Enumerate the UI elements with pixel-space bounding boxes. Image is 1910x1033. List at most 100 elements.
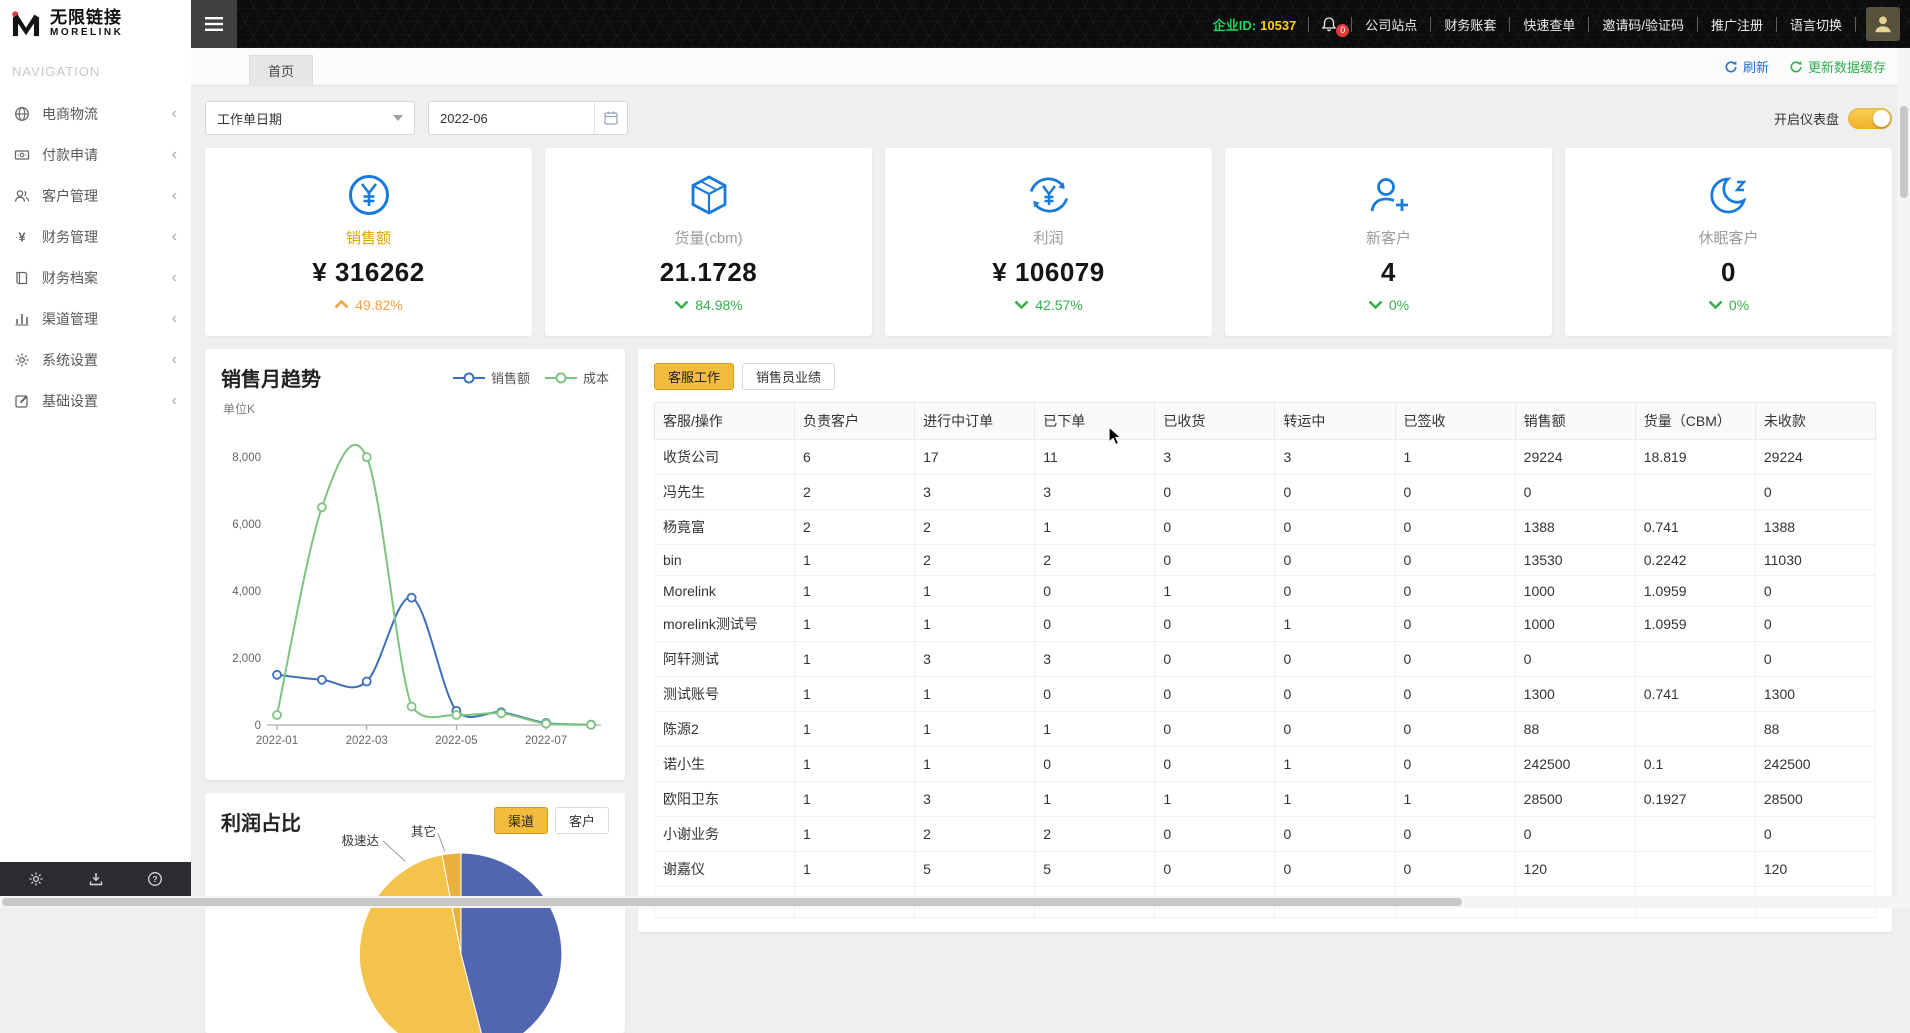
- table-cell: 2: [1035, 817, 1155, 852]
- header-menu-item-1[interactable]: 财务账套: [1431, 15, 1509, 34]
- header-menu-item-2[interactable]: 快速查单: [1510, 15, 1588, 34]
- column-header-1[interactable]: 负责客户: [795, 403, 915, 440]
- column-header-6[interactable]: 已签收: [1395, 403, 1515, 440]
- table-cell: 1000: [1515, 576, 1635, 607]
- table-cell: 1: [1155, 782, 1275, 817]
- sidebar-item-3[interactable]: ¥财务管理‹: [0, 216, 191, 257]
- sidebar-item-0[interactable]: 电商物流‹: [0, 93, 191, 134]
- banknote-icon: [14, 147, 32, 163]
- table-row[interactable]: 谢嘉仪155000120120: [655, 852, 1876, 887]
- chevron-left-icon: ‹: [172, 393, 177, 409]
- table-row[interactable]: 冯先生23300000: [655, 475, 1876, 510]
- table-row[interactable]: Morelink11010010001.09590: [655, 576, 1876, 607]
- table-cell: 0: [1155, 747, 1275, 782]
- column-header-0[interactable]: 客服/操作: [655, 403, 795, 440]
- tab-home[interactable]: 首页: [249, 55, 313, 85]
- pie-slice-label: 极速达: [341, 834, 379, 848]
- table-row[interactable]: 杨竟富22100013880.7411388: [655, 510, 1876, 545]
- sidebar-item-7[interactable]: 基础设置‹: [0, 380, 191, 421]
- table-cell: 2: [1035, 545, 1155, 576]
- v-scroll-thumb[interactable]: [1900, 106, 1908, 198]
- settings-button[interactable]: [28, 871, 44, 887]
- header-menu-item-5[interactable]: 语言切换: [1777, 15, 1855, 34]
- column-header-4[interactable]: 已收货: [1155, 403, 1275, 440]
- table-cell: 1.0959: [1635, 607, 1755, 642]
- table-cell: 0: [1275, 510, 1395, 545]
- table-cell: 0: [1035, 677, 1155, 712]
- table-cell: 1: [795, 545, 915, 576]
- sidebar-item-6[interactable]: 系统设置‹: [0, 339, 191, 380]
- h-scroll-thumb[interactable]: [2, 898, 1462, 906]
- stat-card-value: 4: [1381, 257, 1396, 288]
- pie-slice-0[interactable]: [461, 853, 562, 1033]
- table-row[interactable]: 诺小生1100102425000.1242500: [655, 747, 1876, 782]
- table-cell: [1635, 642, 1755, 677]
- enterprise-id-value: 10537: [1260, 18, 1296, 33]
- pie-button-1[interactable]: 客户: [555, 807, 609, 834]
- column-header-9[interactable]: 未收款: [1755, 403, 1875, 440]
- column-header-5[interactable]: 转运中: [1275, 403, 1395, 440]
- sidebar-menu: 电商物流‹付款申请‹客户管理‹¥财务管理‹财务档案‹渠道管理‹系统设置‹基础设置…: [0, 93, 191, 421]
- stat-card-3: 新客户40%: [1225, 148, 1552, 336]
- table-row[interactable]: 阿轩测试13300000: [655, 642, 1876, 677]
- table-row[interactable]: 陈源21110008888: [655, 712, 1876, 747]
- sidebar-item-5[interactable]: 渠道管理‹: [0, 298, 191, 339]
- table-cell: 3: [915, 475, 1035, 510]
- table-cell: 0: [1515, 642, 1635, 677]
- notifications-button[interactable]: 0: [1309, 16, 1351, 33]
- column-header-2[interactable]: 进行中订单: [915, 403, 1035, 440]
- header-menu-item-4[interactable]: 推广注册: [1698, 15, 1776, 34]
- vertical-scrollbar[interactable]: [1898, 48, 1910, 896]
- column-header-8[interactable]: 货量（CBM）: [1635, 403, 1755, 440]
- column-header-3[interactable]: 已下单: [1035, 403, 1155, 440]
- horizontal-scrollbar[interactable]: [0, 896, 1910, 908]
- update-cache-button[interactable]: 更新数据缓存: [1789, 57, 1886, 76]
- table-cell: 欧阳卫东: [655, 782, 795, 817]
- table-row[interactable]: 收货公司617113312922418.81929224: [655, 440, 1876, 475]
- table-cell: 0: [1275, 852, 1395, 887]
- table-row[interactable]: 小谢业务12200000: [655, 817, 1876, 852]
- header-menu-item-3[interactable]: 邀请码/验证码: [1589, 15, 1697, 34]
- date-input[interactable]: 2022-06: [428, 101, 628, 135]
- tabbar: 首页 刷新 更新数据缓存: [191, 48, 1910, 86]
- table-cell: 诺小生: [655, 747, 795, 782]
- header-menu-item-0[interactable]: 公司站点: [1352, 15, 1430, 34]
- table-cell: 0.2242: [1635, 545, 1755, 576]
- calendar-button[interactable]: [594, 102, 627, 134]
- sidebar-item-label: 财务档案: [42, 268, 98, 288]
- table-cell: 1388: [1755, 510, 1875, 545]
- sidebar-item-label: 客户管理: [42, 186, 98, 206]
- table-cell: 1: [795, 607, 915, 642]
- table-tab-0[interactable]: 客服工作: [654, 363, 734, 390]
- table-row[interactable]: 测试账号11000013000.7411300: [655, 677, 1876, 712]
- legend-item-0[interactable]: 销售额: [452, 368, 530, 387]
- sidebar-item-4[interactable]: 财务档案‹: [0, 257, 191, 298]
- table-row[interactable]: 欧阳卫东131111285000.192728500: [655, 782, 1876, 817]
- sidebar-item-2[interactable]: 客户管理‹: [0, 175, 191, 216]
- column-header-7[interactable]: 销售额: [1515, 403, 1635, 440]
- refresh-button[interactable]: 刷新: [1724, 57, 1769, 76]
- chevron-down-icon: [393, 115, 403, 121]
- pie-button-0[interactable]: 渠道: [494, 807, 548, 834]
- stat-card-change: 0%: [1368, 297, 1409, 313]
- chevron-left-icon: ‹: [172, 106, 177, 122]
- dashboard-toggle-wrap: 开启仪表盘: [1774, 108, 1892, 129]
- trend-legend: 销售额成本: [452, 368, 609, 387]
- left-column: 销售月趋势 销售额成本 单位K 02,0004,0006,0008,000202…: [205, 349, 625, 1033]
- table-cell: 1.0959: [1635, 576, 1755, 607]
- download-button[interactable]: [88, 871, 104, 887]
- help-button[interactable]: ?: [147, 871, 163, 887]
- table-cell: 1: [1035, 782, 1155, 817]
- table-row[interactable]: morelink测试号11001010001.09590: [655, 607, 1876, 642]
- dashboard-toggle[interactable]: [1848, 108, 1892, 129]
- menu-toggle-button[interactable]: [191, 0, 237, 48]
- date-type-select[interactable]: 工作单日期: [205, 101, 415, 135]
- table-cell: 杨竟富: [655, 510, 795, 545]
- legend-item-1[interactable]: 成本: [544, 368, 609, 387]
- table-row[interactable]: bin122000135300.224211030: [655, 545, 1876, 576]
- sidebar-item-1[interactable]: 付款申请‹: [0, 134, 191, 175]
- logo[interactable]: 无限链接 MORELINK: [0, 0, 191, 48]
- table-tab-1[interactable]: 销售员业绩: [742, 363, 835, 390]
- avatar[interactable]: [1866, 7, 1900, 41]
- table-cell: 5: [1035, 852, 1155, 887]
